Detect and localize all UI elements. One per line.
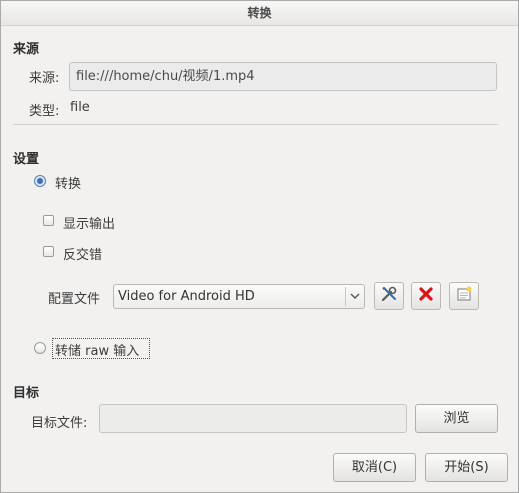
cancel-button[interactable]: 取消(C) xyxy=(333,453,416,482)
red-x-icon xyxy=(419,287,433,305)
section-divider xyxy=(13,124,498,125)
convert-dialog: 转换 来源 来源: file:///home/chu/视频/1.mp4 类型: … xyxy=(0,0,519,493)
show-output-checkbox[interactable] xyxy=(43,215,54,226)
profile-selected-value: Video for Android HD xyxy=(118,289,255,304)
start-button[interactable]: 开始(S) xyxy=(425,453,508,482)
type-label: 类型: xyxy=(29,104,60,119)
type-value: file xyxy=(70,100,90,115)
source-field[interactable]: file:///home/chu/视频/1.mp4 xyxy=(69,62,497,91)
convert-radio[interactable] xyxy=(34,175,46,187)
tools-icon xyxy=(380,285,398,307)
target-section-title: 目标 xyxy=(13,386,40,401)
profile-label: 配置文件 xyxy=(48,292,101,307)
source-label: 来源: xyxy=(29,71,60,86)
delete-profile-button[interactable] xyxy=(411,282,441,310)
target-file-label: 目标文件: xyxy=(31,416,88,431)
new-profile-button[interactable] xyxy=(449,282,479,310)
source-section-title: 来源 xyxy=(13,42,40,57)
browse-button[interactable]: 浏览 xyxy=(415,404,498,433)
target-file-field[interactable] xyxy=(99,404,407,433)
deinterlace-checkbox[interactable] xyxy=(43,246,54,257)
profile-select[interactable]: Video for Android HD xyxy=(113,284,365,309)
convert-radio-label[interactable]: 转换 xyxy=(55,173,81,192)
dump-raw-radio[interactable] xyxy=(34,342,46,354)
window-title: 转换 xyxy=(1,1,518,26)
show-output-label[interactable]: 显示输出 xyxy=(63,213,115,232)
edit-profile-button[interactable] xyxy=(374,282,404,310)
settings-section-title: 设置 xyxy=(13,152,40,167)
deinterlace-label[interactable]: 反交错 xyxy=(63,244,102,263)
new-document-icon xyxy=(455,285,473,307)
dump-raw-label[interactable]: 转储 raw 输入 xyxy=(55,340,139,359)
chevron-down-icon xyxy=(345,287,364,306)
